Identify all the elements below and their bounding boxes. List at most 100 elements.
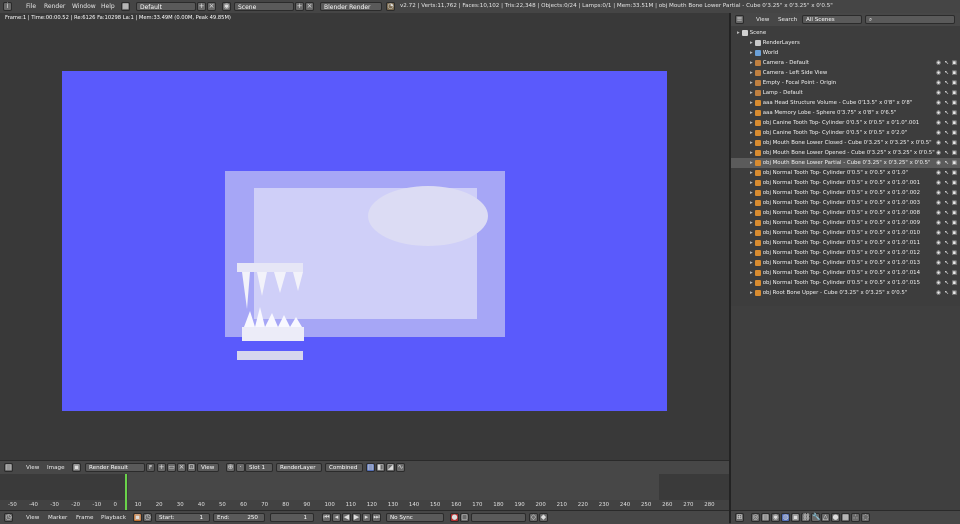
remove-layout-icon[interactable]: ×	[207, 2, 216, 11]
expand-arrow-icon[interactable]: ▸	[750, 210, 753, 216]
expand-arrow-icon[interactable]: ▸	[750, 190, 753, 196]
display-alpha-icon[interactable]: ◧	[376, 463, 385, 472]
scene-icon[interactable]: ◉	[222, 2, 231, 11]
expand-arrow-icon[interactable]: ▸	[750, 290, 753, 296]
camera-icon[interactable]: ▣	[952, 208, 957, 218]
image-editor-area[interactable]: Frame:1 | Time:00:00.52 | Re:6126 Fa:102…	[0, 13, 729, 460]
insert-keyframe-icon[interactable]: ◇	[529, 513, 538, 522]
menu-frame[interactable]: Frame	[76, 515, 93, 521]
eye-icon[interactable]: ◉	[936, 68, 941, 78]
display-mode-dropdown[interactable]: All Scenes	[802, 15, 862, 24]
cursor-icon[interactable]: ↖	[944, 148, 949, 158]
cursor-icon[interactable]: ↖	[944, 218, 949, 228]
cursor-icon[interactable]: ↖	[944, 88, 949, 98]
particles-tab-icon[interactable]: ∴	[851, 513, 860, 522]
expand-arrow-icon[interactable]: ▸	[750, 40, 753, 46]
eye-icon[interactable]: ◉	[936, 218, 941, 228]
render-tab-icon[interactable]: ◎	[751, 513, 760, 522]
prev-keyframe-icon[interactable]: ◂	[332, 513, 341, 522]
expand-arrow-icon[interactable]: ▸	[750, 230, 753, 236]
eye-icon[interactable]: ◉	[936, 178, 941, 188]
outliner-row[interactable]: ▸ Lamp - Default ◉ ↖ ▣	[731, 88, 960, 98]
properties-area[interactable]	[731, 306, 960, 510]
eye-icon[interactable]: ◉	[936, 188, 941, 198]
eye-icon[interactable]: ◉	[936, 258, 941, 268]
outliner-row[interactable]: ▸ obj Canine Tooth Top- Cylinder 0'0.5" x…	[731, 128, 960, 138]
camera-icon[interactable]: ▣	[952, 178, 957, 188]
delete-keyframe-icon[interactable]: ◆	[539, 513, 548, 522]
menu-help[interactable]: Help	[101, 3, 115, 10]
play-icon[interactable]: ▶	[352, 513, 361, 522]
expand-arrow-icon[interactable]: ▸	[750, 280, 753, 286]
menu-playback[interactable]: Playback	[101, 515, 126, 521]
camera-icon[interactable]: ▣	[952, 168, 957, 178]
eye-icon[interactable]: ◉	[936, 138, 941, 148]
outliner-search-field[interactable]: ⌕	[865, 15, 955, 24]
eye-icon[interactable]: ◉	[936, 198, 941, 208]
cursor-icon[interactable]: ↖	[944, 248, 949, 258]
cursor-icon[interactable]: ↖	[944, 178, 949, 188]
expand-arrow-icon[interactable]: ▸	[750, 70, 753, 76]
slot-dropdown[interactable]: Slot 1	[245, 463, 273, 472]
current-frame-line[interactable]	[125, 474, 127, 510]
camera-icon[interactable]: ▣	[952, 188, 957, 198]
curves-icon[interactable]: ∿	[396, 463, 405, 472]
screen-layout-icon[interactable]: ▦	[121, 2, 130, 11]
outliner-row[interactable]: ▸ RenderLayers	[731, 38, 960, 48]
cursor-icon[interactable]: ↖	[944, 138, 949, 148]
timeline-area[interactable]: -50 -40 -30 -20 -10 0 10 20 30 40 50 60 70 80 90 100 110…	[0, 474, 729, 510]
outliner-row[interactable]: ▸ obj Normal Tooth Top- Cylinder 0'0.5" x…	[731, 208, 960, 218]
menu-view[interactable]: View	[26, 465, 39, 471]
sync-dropdown[interactable]: No Sync	[386, 513, 444, 522]
menu-view[interactable]: View	[756, 17, 769, 23]
menu-window[interactable]: Window	[72, 3, 96, 10]
constraints-tab-icon[interactable]: ⛓	[801, 513, 811, 522]
outliner-row[interactable]: ▸ obj Canine Tooth Top- Cylinder 0'0.5" x…	[731, 118, 960, 128]
eye-icon[interactable]: ◉	[936, 88, 941, 98]
expand-arrow-icon[interactable]: ▸	[750, 60, 753, 66]
eye-icon[interactable]: ◉	[936, 58, 941, 68]
camera-icon[interactable]: ▣	[952, 268, 957, 278]
cursor-icon[interactable]: ↖	[944, 238, 949, 248]
camera-icon[interactable]: ▣	[952, 118, 957, 128]
eye-icon[interactable]: ◉	[936, 168, 941, 178]
expand-arrow-icon[interactable]: ▸	[750, 90, 753, 96]
pin-icon[interactable]: ⊡	[187, 463, 196, 472]
camera-icon[interactable]: ▣	[952, 218, 957, 228]
cursor-icon[interactable]: ↖	[944, 208, 949, 218]
view-mode-dropdown[interactable]: View	[197, 463, 219, 472]
menu-marker[interactable]: Marker	[48, 515, 67, 521]
outliner-row[interactable]: ▸ obj Normal Tooth Top- Cylinder 0'0.5" x…	[731, 268, 960, 278]
start-frame-field[interactable]: Start: 1	[155, 513, 210, 522]
outliner-row[interactable]: ▸ Empty - Focal Point - Origin ◉ ↖ ▣	[731, 78, 960, 88]
outliner-row[interactable]: ▸ obj Normal Tooth Top- Cylinder 0'0.5" x…	[731, 228, 960, 238]
editor-type-icon[interactable]: ▤	[4, 463, 13, 472]
expand-arrow-icon[interactable]: ▸	[750, 250, 753, 256]
outliner-row[interactable]: ▸ World	[731, 48, 960, 58]
menu-search[interactable]: Search	[778, 17, 797, 23]
camera-icon[interactable]: ▣	[952, 198, 957, 208]
expand-arrow-icon[interactable]: ▸	[750, 270, 753, 276]
material-tab-icon[interactable]: ●	[831, 513, 840, 522]
menu-view[interactable]: View	[26, 515, 39, 521]
cursor-icon[interactable]: ↖	[944, 288, 949, 298]
expand-arrow-icon[interactable]: ▸	[750, 140, 753, 146]
camera-icon[interactable]: ▣	[952, 128, 957, 138]
expand-arrow-icon[interactable]: ▸	[750, 180, 753, 186]
outliner-row[interactable]: ▸ aaa Memory Lobe - Sphere 0'3.75" x 0'8"…	[731, 108, 960, 118]
pivot-icon[interactable]: ⊕	[226, 463, 235, 472]
outliner-row[interactable]: ▸ Scene	[731, 28, 960, 38]
play-reverse-icon[interactable]: ◀	[342, 513, 351, 522]
cursor-icon[interactable]: ↖	[944, 78, 949, 88]
eye-icon[interactable]: ◉	[936, 148, 941, 158]
outliner-row[interactable]: ▸ Camera - Default ◉ ↖ ▣	[731, 58, 960, 68]
open-image-icon[interactable]: ▭	[167, 463, 176, 472]
outliner-row[interactable]: ▸ obj Mouth Bone Lower Partial - Cube 0'3…	[731, 158, 960, 168]
expand-arrow-icon[interactable]: ▸	[750, 220, 753, 226]
outliner-row[interactable]: ▸ obj Normal Tooth Top- Cylinder 0'0.5" x…	[731, 178, 960, 188]
expand-arrow-icon[interactable]: ▸	[737, 30, 740, 36]
clock-icon[interactable]: ◷	[143, 513, 152, 522]
outliner-row[interactable]: ▸ obj Normal Tooth Top- Cylinder 0'0.5" x…	[731, 188, 960, 198]
cursor-icon[interactable]: ↖	[944, 58, 949, 68]
physics-tab-icon[interactable]: ◌	[861, 513, 870, 522]
